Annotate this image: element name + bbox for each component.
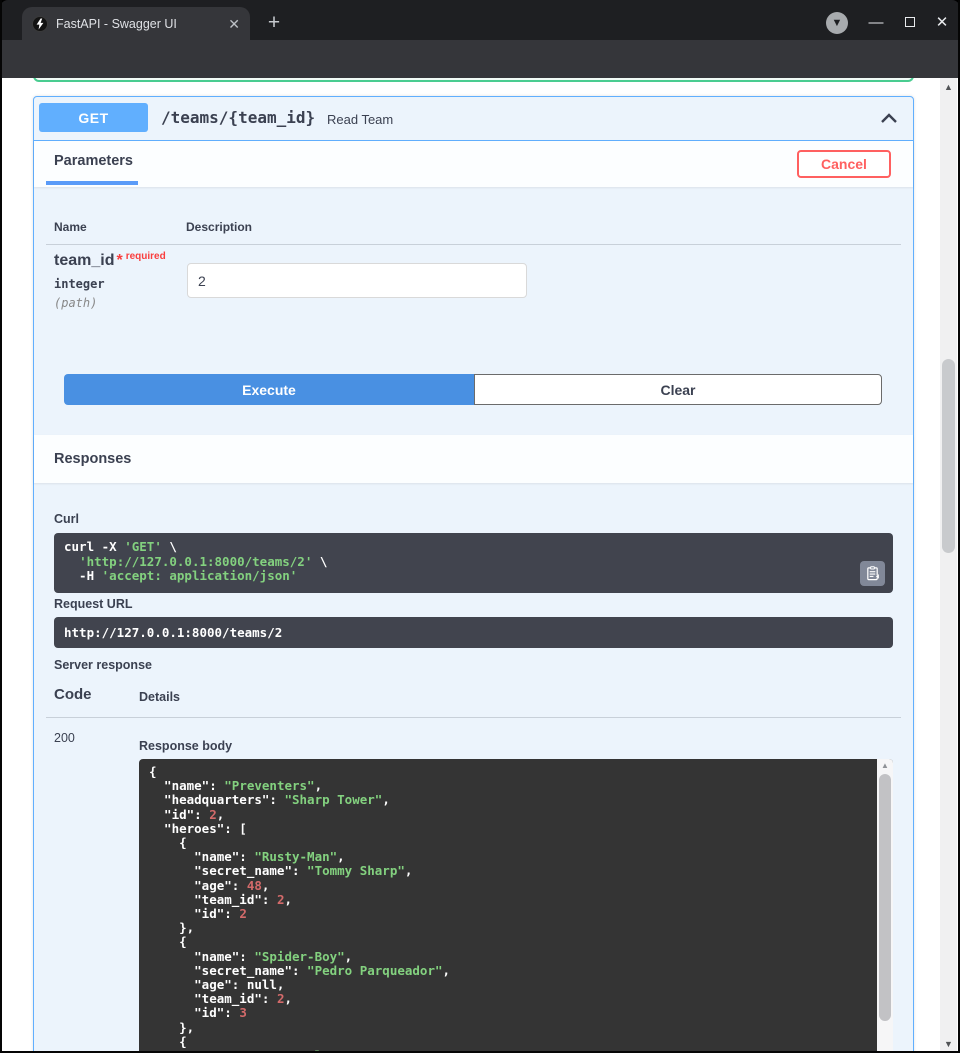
request-url-block: http://127.0.0.1:8000/teams/2 (54, 617, 893, 648)
response-body-scrollbar[interactable]: ▲ (877, 759, 893, 1053)
response-body-label: Response body (139, 739, 232, 753)
table-divider (46, 244, 901, 245)
curl-command-text: curl -X 'GET' \ 'http://127.0.0.1:8000/t… (64, 540, 883, 584)
cancel-button[interactable]: Cancel (797, 150, 891, 178)
page-scroll-down-icon[interactable]: ▼ (940, 1039, 957, 1049)
page-scrollbar-thumb[interactable] (942, 359, 955, 553)
window-maximize-button[interactable] (898, 10, 922, 34)
endpoint-path: /teams/{team_id} (161, 108, 315, 127)
required-asterisk: * (116, 252, 122, 269)
opblock-get-teams: GET /teams/{team_id} Read Team Parameter… (33, 96, 914, 1053)
tab-strip: FastAPI - Swagger UI ✕ + ▼ — ✕ (0, 0, 960, 40)
param-value-input[interactable] (187, 263, 527, 298)
request-url-value: http://127.0.0.1:8000/teams/2 (64, 625, 282, 640)
param-location: (path) (54, 296, 97, 310)
param-name: team_id*required (54, 252, 166, 270)
response-scrollbar-thumb[interactable] (879, 774, 891, 1021)
param-type: integer (54, 277, 105, 291)
responses-section-header: Responses (34, 435, 913, 483)
server-response-label: Server response (54, 658, 152, 672)
tab-title: FastAPI - Swagger UI (56, 17, 218, 31)
column-header-name: Name (54, 220, 87, 234)
required-label: required (126, 251, 166, 262)
response-body-json: { "name": "Preventers", "headquarters": … (139, 759, 893, 1053)
tab-close-icon[interactable]: ✕ (226, 15, 242, 33)
request-url-label: Request URL (54, 597, 132, 611)
swagger-page: GET /teams/{team_id} Read Team Parameter… (0, 78, 960, 1053)
curl-command-block: curl -X 'GET' \ 'http://127.0.0.1:8000/t… (54, 533, 893, 593)
response-body-block: { "name": "Preventers", "headquarters": … (139, 759, 893, 1053)
endpoint-summary: Read Team (327, 112, 393, 127)
clear-button[interactable]: Clear (474, 374, 882, 405)
column-header-description: Description (186, 220, 252, 234)
details-column-header: Details (139, 690, 180, 704)
maximize-icon (905, 17, 915, 27)
scroll-up-icon[interactable]: ▲ (877, 761, 893, 770)
browser-toolbar: ← → ⟳ 127.0.0.1:8000/docs#/default/read_… (0, 40, 960, 78)
parameters-section-header: Parameters Cancel (34, 141, 913, 187)
status-code: 200 (54, 731, 75, 745)
fastapi-favicon-icon (32, 16, 48, 32)
code-column-header: Code (54, 686, 92, 703)
previous-endpoint-fragment (33, 78, 914, 82)
method-badge: GET (39, 103, 148, 132)
collapse-chevron-icon[interactable] (879, 110, 899, 128)
page-scrollbar[interactable]: ▲ ▼ (940, 78, 957, 1053)
browser-update-icon[interactable]: ▼ (826, 12, 848, 34)
window-close-button[interactable]: ✕ (930, 10, 954, 34)
execute-button[interactable]: Execute (64, 374, 474, 405)
new-tab-button[interactable]: + (260, 9, 288, 37)
browser-tab[interactable]: FastAPI - Swagger UI ✕ (22, 7, 250, 40)
page-scroll-up-icon[interactable]: ▲ (940, 82, 957, 92)
active-tab-underline (46, 181, 138, 185)
curl-label: Curl (54, 512, 79, 526)
opblock-header[interactable]: GET /teams/{team_id} Read Team (34, 97, 913, 141)
copy-to-clipboard-button[interactable] (860, 561, 885, 586)
responses-heading: Responses (54, 451, 131, 467)
response-table-divider (46, 717, 901, 718)
window-minimize-button[interactable]: — (864, 10, 888, 34)
tab-parameters[interactable]: Parameters (54, 153, 133, 169)
